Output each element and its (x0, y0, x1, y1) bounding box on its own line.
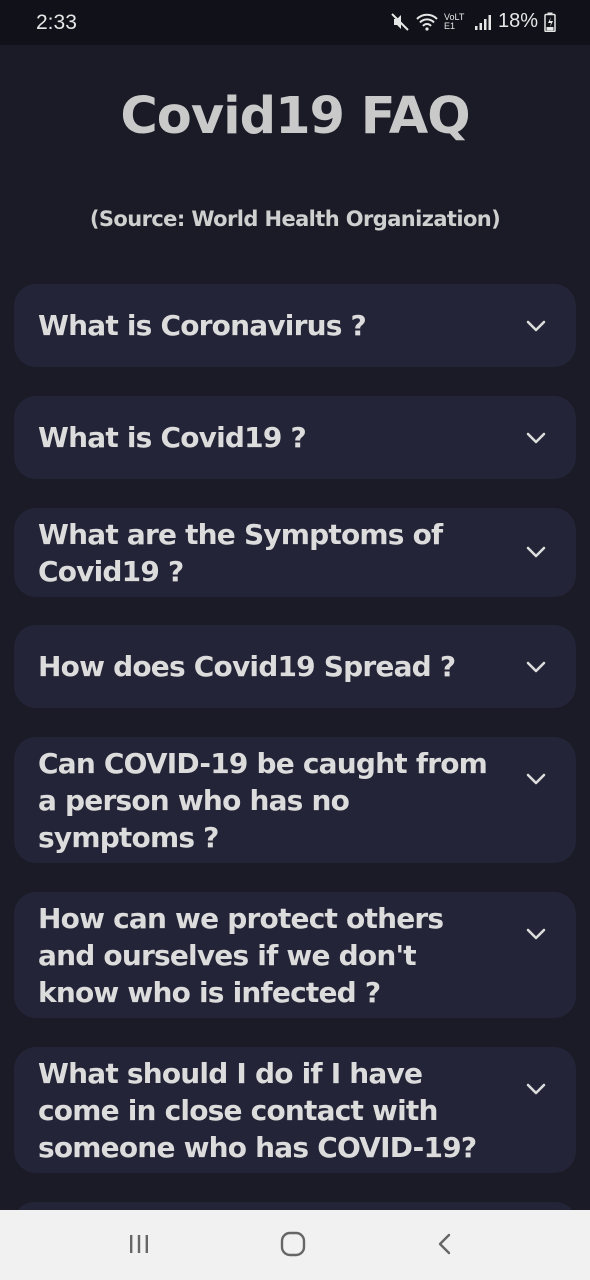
network-label: VoLTE1 (443, 11, 465, 31)
back-icon[interactable] (434, 1232, 458, 1256)
faq-item[interactable]: How can we protect others and ourselves … (14, 892, 576, 1018)
page-title: Covid19 FAQ (120, 87, 470, 146)
battery-percent: 18% (497, 10, 538, 32)
faq-question: What should I do if I have come in close… (38, 1057, 477, 1164)
faq-question: What is Covid19 ? (38, 421, 307, 454)
status-icons: VoLTE1 18% (390, 10, 556, 33)
faq-question: How can we protect others and ourselves … (38, 902, 444, 1009)
recents-icon[interactable] (127, 1232, 151, 1256)
faq-screen: Covid19 FAQ (Source: World Health Organi… (0, 45, 590, 1210)
mute-icon (391, 12, 409, 31)
status-bar: 2:33 VoLTE1 18% (0, 0, 590, 45)
faq-item[interactable]: How does Covid19 Spread ? (14, 625, 576, 708)
faq-item[interactable]: What should I do if I have come in close… (14, 1047, 576, 1173)
faq-question: What is Coronavirus ? (38, 309, 367, 342)
status-time: 2:33 (36, 11, 77, 34)
faq-question: Can COVID-19 be caught from a person who… (38, 747, 488, 854)
chevron-down-icon[interactable] (526, 773, 546, 785)
faq-item-partial[interactable] (14, 1202, 576, 1210)
chevron-down-icon[interactable] (526, 1083, 546, 1095)
chevron-down-icon[interactable] (526, 320, 546, 332)
signal-icon (474, 14, 491, 30)
faq-question: How does Covid19 Spread ? (38, 650, 456, 683)
battery-icon (544, 12, 556, 32)
faq-question: What are the Symptoms of Covid19 ? (38, 518, 443, 588)
system-nav-bar (0, 1210, 590, 1280)
home-icon[interactable] (280, 1231, 306, 1257)
faq-item[interactable]: Can COVID-19 be caught from a person who… (14, 737, 576, 863)
page-subtitle: (Source: World Health Organization) (89, 207, 501, 231)
chevron-down-icon[interactable] (526, 661, 546, 673)
wifi-icon (416, 13, 438, 31)
faq-item[interactable]: What is Covid19 ? (14, 396, 576, 479)
faq-item[interactable]: What is Coronavirus ? (14, 284, 576, 367)
chevron-down-icon[interactable] (526, 546, 546, 558)
chevron-down-icon[interactable] (526, 432, 546, 444)
chevron-down-icon[interactable] (526, 928, 546, 940)
faq-item[interactable]: What are the Symptoms of Covid19 ? (14, 508, 576, 597)
